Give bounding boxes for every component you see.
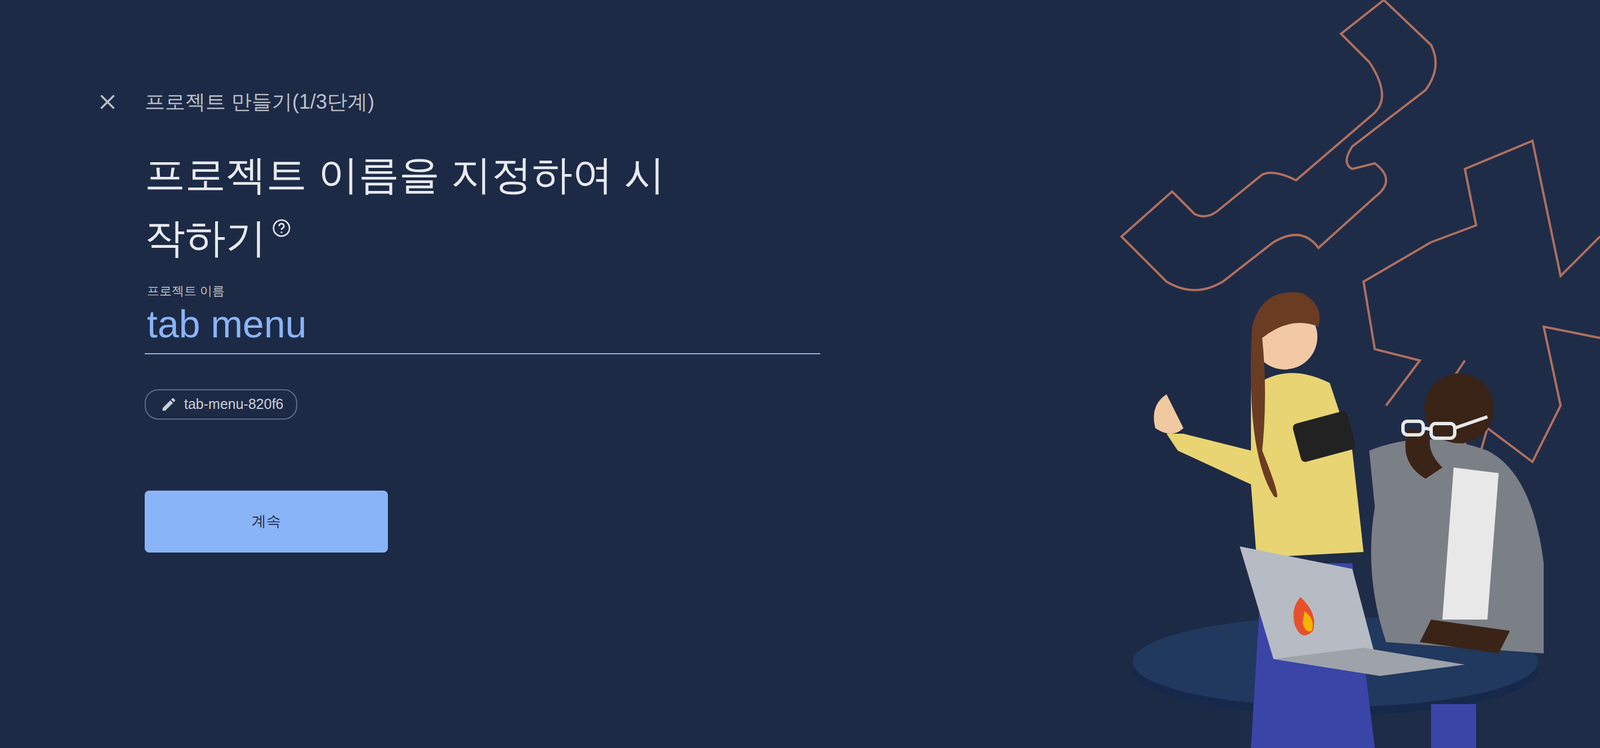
illustration	[1037, 0, 1600, 748]
heading: 프로젝트 이름을 지정하여 시작하기	[144, 142, 686, 270]
project-id: tab-menu-820f6	[184, 393, 284, 415]
form-panel: 프로젝트 만들기(1/3단계) 프로젝트 이름을 지정하여 시작하기 프로젝트 …	[0, 0, 1038, 748]
people-illustration-icon	[1037, 0, 1600, 748]
project-name-input[interactable]	[144, 300, 821, 348]
help-icon[interactable]	[271, 218, 292, 238]
close-icon[interactable]	[94, 88, 121, 115]
project-name-field: 프로젝트 이름	[144, 281, 821, 355]
project-id-chip[interactable]: tab-menu-820f6	[144, 389, 298, 420]
page-title: 프로젝트 만들기(1/3단계)	[144, 90, 375, 114]
field-label: 프로젝트 이름	[144, 281, 821, 301]
pencil-icon	[160, 395, 178, 413]
continue-button[interactable]: 계속	[144, 490, 388, 553]
